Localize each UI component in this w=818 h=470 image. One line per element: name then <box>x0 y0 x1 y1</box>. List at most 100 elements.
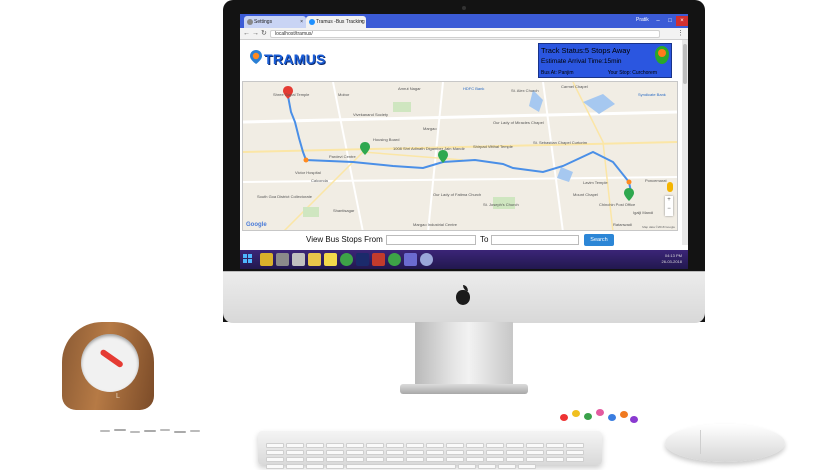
from-label: View Bus Stops From <box>306 235 383 244</box>
candy <box>572 410 580 417</box>
stops-away-text: Track Status:5 Stops Away <box>541 46 631 55</box>
zoom-out-button[interactable]: − <box>665 205 673 214</box>
scrollbar-thumb[interactable] <box>683 44 687 84</box>
clock-brand: L <box>116 393 120 400</box>
zoom-in-button[interactable]: + <box>665 196 673 205</box>
map-label: Our Lady of Fatima Church <box>433 192 482 197</box>
map-label: 1008 Shri Adinath Digamber Jain Mandir <box>393 146 465 151</box>
url-input[interactable]: localhost/tramus/ <box>270 30 660 38</box>
browser-tab-bar: Settings × Tramus -Bus Tracking A × Prat… <box>240 14 688 37</box>
close-tab-icon[interactable]: × <box>360 16 363 28</box>
candy <box>560 414 568 421</box>
search-button[interactable]: Search <box>584 234 614 246</box>
map-label: Chinchin Post Office <box>599 202 636 207</box>
photoshop-icon[interactable] <box>356 253 369 266</box>
map-label: Poncemarat <box>645 178 667 183</box>
back-arrow-icon[interactable]: ← <box>243 29 250 39</box>
map-attribution[interactable]: Map data ©2018 Google <box>642 225 675 229</box>
taskbar-date: 26-03-2018 <box>661 259 682 264</box>
bus-at-text: Bus At: Panjim <box>541 70 574 76</box>
bus-stop-marker-icon <box>250 50 262 64</box>
map-label: St. Alex Church <box>511 88 539 93</box>
minimize-button[interactable]: – <box>652 16 664 26</box>
to-stop-input[interactable] <box>491 235 579 245</box>
taskbar-app-icon[interactable] <box>260 253 273 266</box>
mouse-seam <box>700 430 701 454</box>
taskbar-app-icon[interactable] <box>292 253 305 266</box>
taskbar-app-icon[interactable] <box>420 253 433 266</box>
bus-route-map[interactable]: Shree Gopal Temple Mobor Amrut Nagar HDF… <box>242 81 678 231</box>
apple-logo-icon <box>455 285 471 308</box>
tab-tramus[interactable]: Tramus -Bus Tracking A × <box>306 16 366 37</box>
map-label: Shree Gopal Temple <box>273 92 310 97</box>
camera <box>462 6 466 10</box>
monitor-stand <box>415 322 513 390</box>
taskbar-app-icon[interactable] <box>276 253 289 266</box>
taskbar-app-icon[interactable] <box>372 253 385 266</box>
close-window-button[interactable]: × <box>676 16 688 26</box>
taskbar-app-icon[interactable] <box>324 253 337 266</box>
close-tab-icon[interactable]: × <box>300 16 303 28</box>
map-label: Carmel Chapel <box>561 84 588 89</box>
chrome-icon[interactable] <box>340 253 353 266</box>
tramus-favicon-icon <box>309 19 315 25</box>
map-label: Calconda <box>311 178 328 183</box>
from-stop-input[interactable] <box>386 235 476 245</box>
map-label: Margao Industrial Centre <box>413 222 458 227</box>
screen: Settings × Tramus -Bus Tracking A × Prat… <box>240 14 688 269</box>
to-label: To <box>480 235 489 244</box>
eta-text: Estimate Arrival Time:15min <box>541 58 622 65</box>
app-logo: TRAMUS <box>264 51 326 67</box>
track-status-panel: Track Status:5 Stops Away Estimate Arriv… <box>538 43 672 78</box>
map-label: Vivekanand Society <box>353 112 389 117</box>
keyboard <box>258 431 602 469</box>
candy <box>630 416 638 423</box>
browser-profile[interactable]: Pratik <box>636 17 649 23</box>
map-label: Shantisagar <box>333 208 355 213</box>
zoom-control: + − <box>665 196 673 216</box>
candy <box>596 409 604 416</box>
candy <box>620 411 628 418</box>
map-canvas <box>243 82 677 230</box>
google-logo: Google <box>246 222 267 228</box>
taskbar-app-icon[interactable] <box>404 253 417 266</box>
map-label: Our Lady of Miracles Chapel <box>493 120 544 125</box>
paper-clips <box>100 429 200 433</box>
bus-stop-marker-icon <box>624 188 634 201</box>
map-label: St. Joseph's Church <box>483 202 519 207</box>
monitor-stand-foot <box>400 384 528 394</box>
tab-settings[interactable]: Settings × <box>244 16 306 28</box>
address-bar: ← → ↻ localhost/tramus/ ⋮ <box>240 28 688 40</box>
windows-taskbar: 04:13 PM 26-03-2018 <box>240 250 688 269</box>
map-label: Mobor <box>338 92 350 97</box>
map-label: St. Sebastian Chapel Curtorim <box>533 140 588 145</box>
bus-stop-search-form: View Bus Stops From To Search <box>240 233 680 247</box>
map-label: South Goa District Collectorate <box>257 194 312 199</box>
pegman-icon[interactable] <box>667 182 673 192</box>
maximize-button[interactable]: □ <box>664 16 676 26</box>
map-label: HDFC Bank <box>463 86 485 91</box>
map-label: Victor Hospital <box>295 170 321 175</box>
clock-face <box>81 334 139 392</box>
browser-menu-icon[interactable]: ⋮ <box>677 29 684 37</box>
map-label: Amrut Nagar <box>398 86 421 91</box>
map-label: Lavim Temple <box>583 180 608 185</box>
folder-icon[interactable] <box>308 253 321 266</box>
map-label: Ratanwadi <box>613 222 632 227</box>
map-label: Pardevi Centre <box>329 154 356 159</box>
tab-label: Settings <box>254 19 273 25</box>
map-label: Igalji Mandi <box>633 210 654 215</box>
system-tray-clock[interactable]: 04:13 PM 26-03-2018 <box>662 253 682 265</box>
forward-arrow-icon[interactable]: → <box>252 29 259 39</box>
map-label: Housing Board <box>373 137 400 142</box>
chrome-icon[interactable] <box>388 253 401 266</box>
reload-icon[interactable]: ↻ <box>261 29 267 39</box>
settings-favicon-icon <box>247 19 253 25</box>
windows-start-icon[interactable] <box>243 254 253 264</box>
bus-icon <box>655 46 669 64</box>
map-label: Shirpad Vitthal Temple <box>473 144 513 149</box>
app-header: TRAMUS Track Status:5 Stops Away Estimat… <box>240 40 688 81</box>
your-stop-text: Your Stop: Curchorem <box>607 70 657 76</box>
candy <box>608 414 616 421</box>
map-label: Margao <box>423 126 437 131</box>
